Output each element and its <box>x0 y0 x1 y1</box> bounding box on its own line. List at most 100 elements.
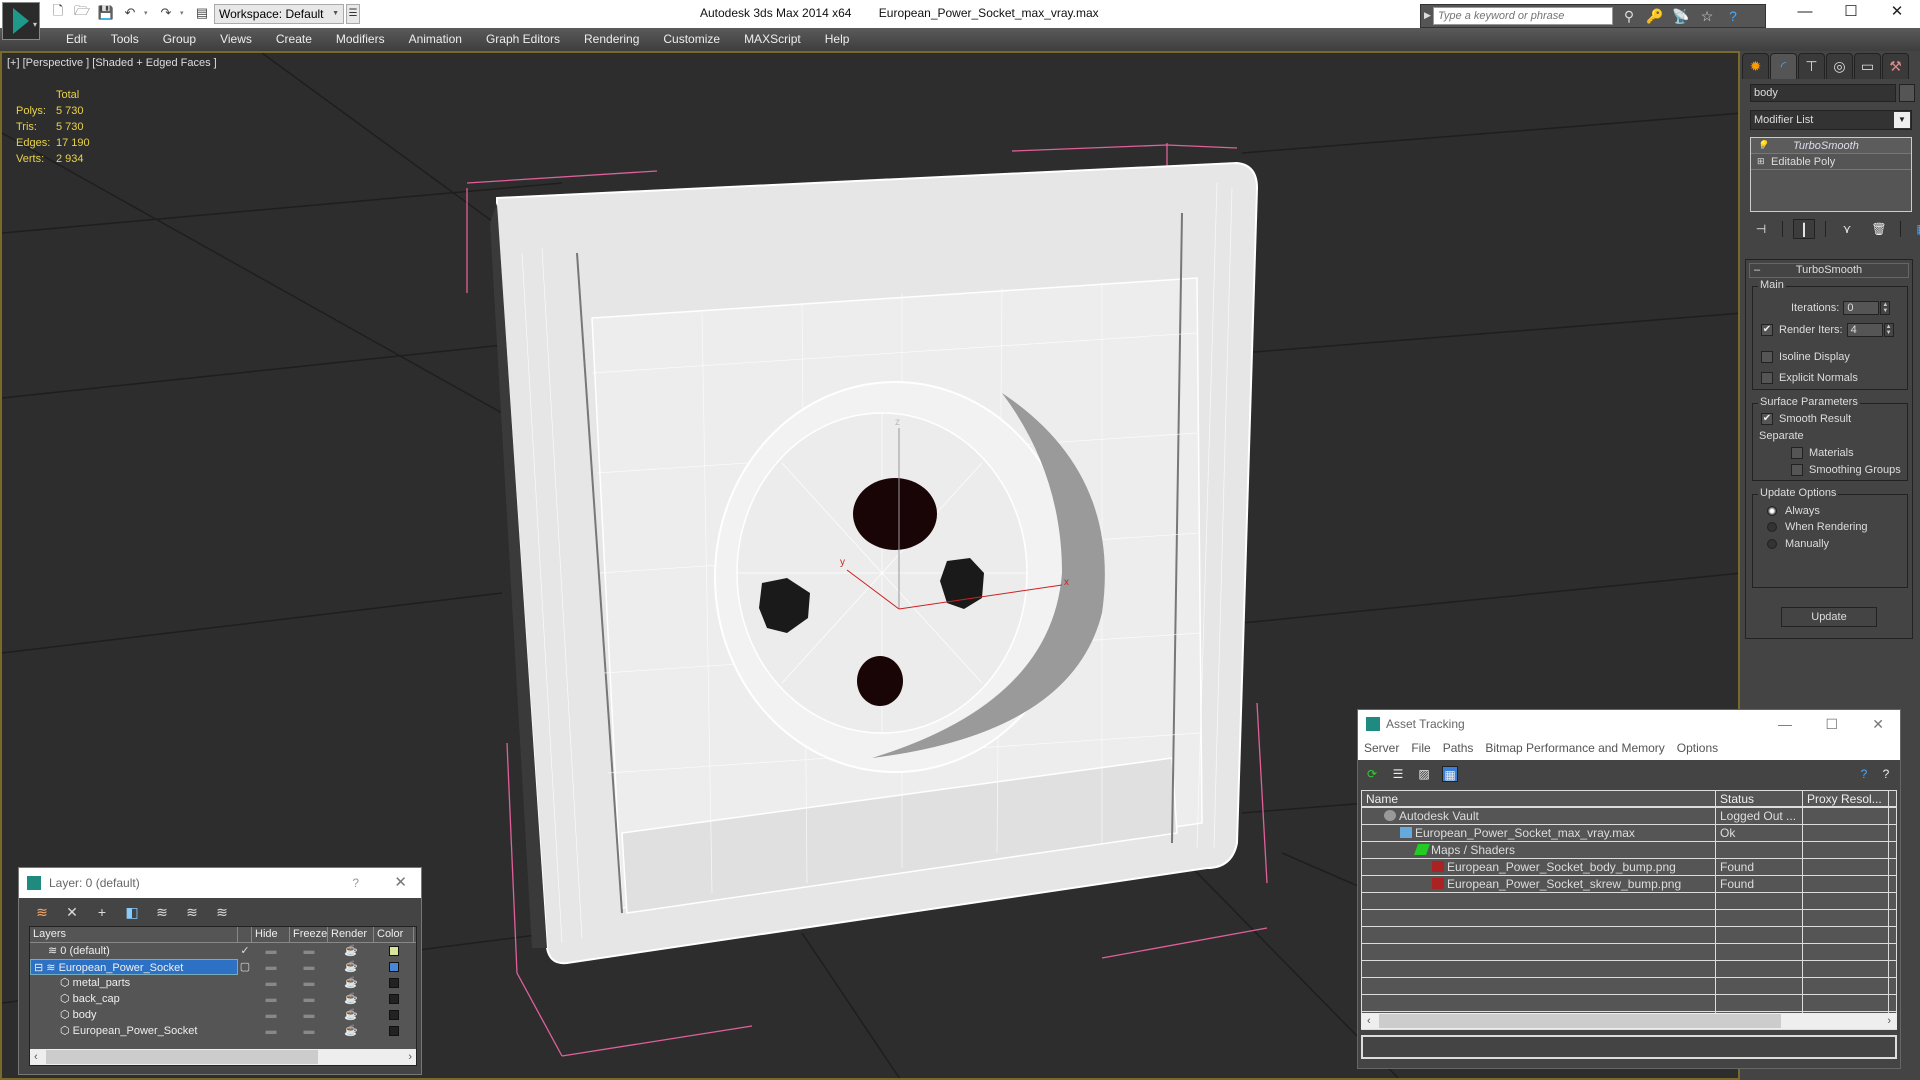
refresh-icon[interactable]: ⟳ <box>1364 766 1380 782</box>
col-render[interactable]: Render <box>328 927 374 942</box>
hide-freeze-layers-icon[interactable]: ≋ <box>183 903 201 921</box>
col-hide[interactable]: Hide <box>252 927 290 942</box>
freeze-toggle[interactable]: ▬ <box>290 959 328 975</box>
close-button[interactable]: ✕ <box>394 868 407 898</box>
render-teapot-icon[interactable]: ☕ <box>328 1023 374 1039</box>
freeze-toggle[interactable]: ▬ <box>290 1023 328 1039</box>
lightbulb-icon[interactable]: 💡 <box>1757 140 1771 151</box>
menu-bitmap-performance[interactable]: Bitmap Performance and Memory <box>1485 738 1664 760</box>
smooth-result-checkbox[interactable]: ✔ <box>1761 413 1773 425</box>
viewport-label[interactable]: [+] [Perspective ] [Shaded + Edged Faces… <box>7 57 217 69</box>
render-teapot-icon[interactable]: ☕ <box>328 991 374 1007</box>
hide-toggle[interactable]: ▬ <box>252 991 290 1007</box>
freeze-toggle[interactable]: ▬ <box>290 943 328 959</box>
redo-icon[interactable]: ↷ <box>156 3 176 23</box>
rollout-header[interactable]: – TurboSmooth <box>1749 263 1909 278</box>
freeze-toggle[interactable]: ▬ <box>290 1007 328 1023</box>
object-color-swatch[interactable] <box>389 994 399 1004</box>
menu-modifiers[interactable]: Modifiers <box>324 28 397 51</box>
table-view-icon[interactable]: ▦ <box>1442 766 1458 782</box>
application-button[interactable]: ▾ <box>2 2 40 40</box>
col-freeze[interactable]: Freeze <box>290 927 328 942</box>
layer-row[interactable]: ⊟ ≋ European_Power_Socket ▢ ▬ ▬ ☕ <box>30 959 416 975</box>
freeze-toggle[interactable]: ▬ <box>290 975 328 991</box>
tab-modify[interactable]: ◜ <box>1770 53 1797 79</box>
help-icon[interactable]: ? <box>1856 766 1872 782</box>
tab-create[interactable]: ✹ <box>1742 53 1769 79</box>
explicit-normals-checkbox[interactable] <box>1761 372 1773 384</box>
add-to-layer-icon[interactable]: + <box>93 903 111 921</box>
render-teapot-icon[interactable]: ☕ <box>328 975 374 991</box>
col-layers[interactable]: Layers <box>30 927 238 942</box>
col-color[interactable]: Color <box>374 927 414 942</box>
render-teapot-icon[interactable]: ☕ <box>328 1007 374 1023</box>
collapse-minus-icon[interactable]: ⊟ <box>34 962 46 974</box>
layer-row[interactable]: ⬡ back_cap ▬ ▬ ☕ <box>30 991 416 1007</box>
minimize-button[interactable]: — <box>1778 710 1792 738</box>
star-icon[interactable]: ☆ <box>1697 7 1717 25</box>
menu-views[interactable]: Views <box>208 28 264 51</box>
undo-dropdown-icon[interactable]: ▾ <box>144 9 152 17</box>
menu-maxscript[interactable]: MAXScript <box>732 28 813 51</box>
pin-stack-icon[interactable]: ⊣ <box>1750 219 1772 239</box>
layer-row[interactable]: ⬡ metal_parts ▬ ▬ ☕ <box>30 975 416 991</box>
col-name[interactable]: Name <box>1362 791 1716 806</box>
hide-toggle[interactable]: ▬ <box>252 959 290 975</box>
delete-layer-icon[interactable]: ✕ <box>63 903 81 921</box>
menu-animation[interactable]: Animation <box>397 28 474 51</box>
open-file-icon[interactable]: 🗁 <box>72 3 92 23</box>
asset-row[interactable]: European_Power_Socket_skrew_bump.png Fou… <box>1362 876 1896 893</box>
power-socket-model[interactable]: z x y <box>490 161 1259 965</box>
update-always-radio[interactable]: Always <box>1767 505 1820 517</box>
save-icon[interactable]: 💾 <box>96 3 116 23</box>
project-folder-icon[interactable]: ▤ <box>192 3 212 23</box>
menu-paths[interactable]: Paths <box>1443 738 1474 760</box>
remove-modifier-icon[interactable]: 🗑 <box>1868 219 1890 239</box>
render-iters-checkbox[interactable]: ✔ <box>1761 324 1773 336</box>
col-status[interactable]: Status <box>1716 791 1803 806</box>
scroll-left-icon[interactable]: ‹ <box>34 1049 38 1065</box>
layer-row[interactable]: ⬡ European_Power_Socket ▬ ▬ ☕ <box>30 1023 416 1039</box>
layer-row[interactable]: ⬡ body ▬ ▬ ☕ <box>30 1007 416 1023</box>
object-color-swatch[interactable] <box>389 1026 399 1036</box>
menu-customize[interactable]: Customize <box>651 28 732 51</box>
asset-row[interactable]: Autodesk Vault Logged Out ... <box>1362 808 1896 825</box>
modifier-list-dropdown[interactable]: Modifier List ▼ <box>1750 110 1912 130</box>
update-when-rendering-radio[interactable]: When Rendering <box>1767 521 1868 533</box>
render-iters-input[interactable]: 4 <box>1846 323 1883 337</box>
workspace-dropdown[interactable]: Workspace: Default ▼ <box>214 4 344 24</box>
maximize-button[interactable]: ☐ <box>1825 710 1838 738</box>
menu-group[interactable]: Group <box>151 28 208 51</box>
close-button[interactable]: ✕ <box>1872 710 1884 738</box>
update-manually-radio[interactable]: Manually <box>1767 538 1829 550</box>
isoline-checkbox[interactable] <box>1761 351 1773 363</box>
layer-color-swatch[interactable] <box>389 962 399 972</box>
layer-color-swatch[interactable] <box>389 946 399 956</box>
layer-dialog-titlebar[interactable]: Layer: 0 (default) ? ✕ <box>19 868 421 898</box>
current-layer-check[interactable]: ✓ <box>238 943 252 959</box>
scrollbar-thumb[interactable] <box>1379 1014 1781 1028</box>
freeze-toggle[interactable]: ▬ <box>290 991 328 1007</box>
hide-toggle[interactable]: ▬ <box>252 943 290 959</box>
object-name-field[interactable]: body <box>1750 84 1896 102</box>
asset-dialog-titlebar[interactable]: Asset Tracking — ☐ ✕ <box>1358 710 1900 738</box>
menu-create[interactable]: Create <box>264 28 324 51</box>
hide-toggle[interactable]: ▬ <box>252 975 290 991</box>
object-color-swatch[interactable] <box>1899 84 1915 102</box>
current-layer-box[interactable]: ▢ <box>238 959 252 975</box>
menu-server[interactable]: Server <box>1364 738 1399 760</box>
render-iters-spinner[interactable]: ▲ ▼ <box>1883 323 1894 337</box>
menu-edit[interactable]: Edit <box>54 28 99 51</box>
list-view-icon[interactable]: ☰ <box>1390 766 1406 782</box>
asset-row[interactable]: Maps / Shaders <box>1362 842 1896 859</box>
menu-options[interactable]: Options <box>1677 738 1718 760</box>
tab-motion[interactable]: ◎ <box>1826 53 1853 79</box>
menu-tools[interactable]: Tools <box>99 28 151 51</box>
highlight-layer-icon[interactable]: ≋ <box>153 903 171 921</box>
menu-rendering[interactable]: Rendering <box>572 28 651 51</box>
menu-graph-editors[interactable]: Graph Editors <box>474 28 572 51</box>
maximize-button[interactable]: ☐ <box>1828 0 1874 26</box>
select-objects-icon[interactable]: ◧ <box>123 903 141 921</box>
create-layer-icon[interactable]: ≋ <box>33 903 51 921</box>
tab-hierarchy[interactable]: ⊤ <box>1798 53 1825 79</box>
